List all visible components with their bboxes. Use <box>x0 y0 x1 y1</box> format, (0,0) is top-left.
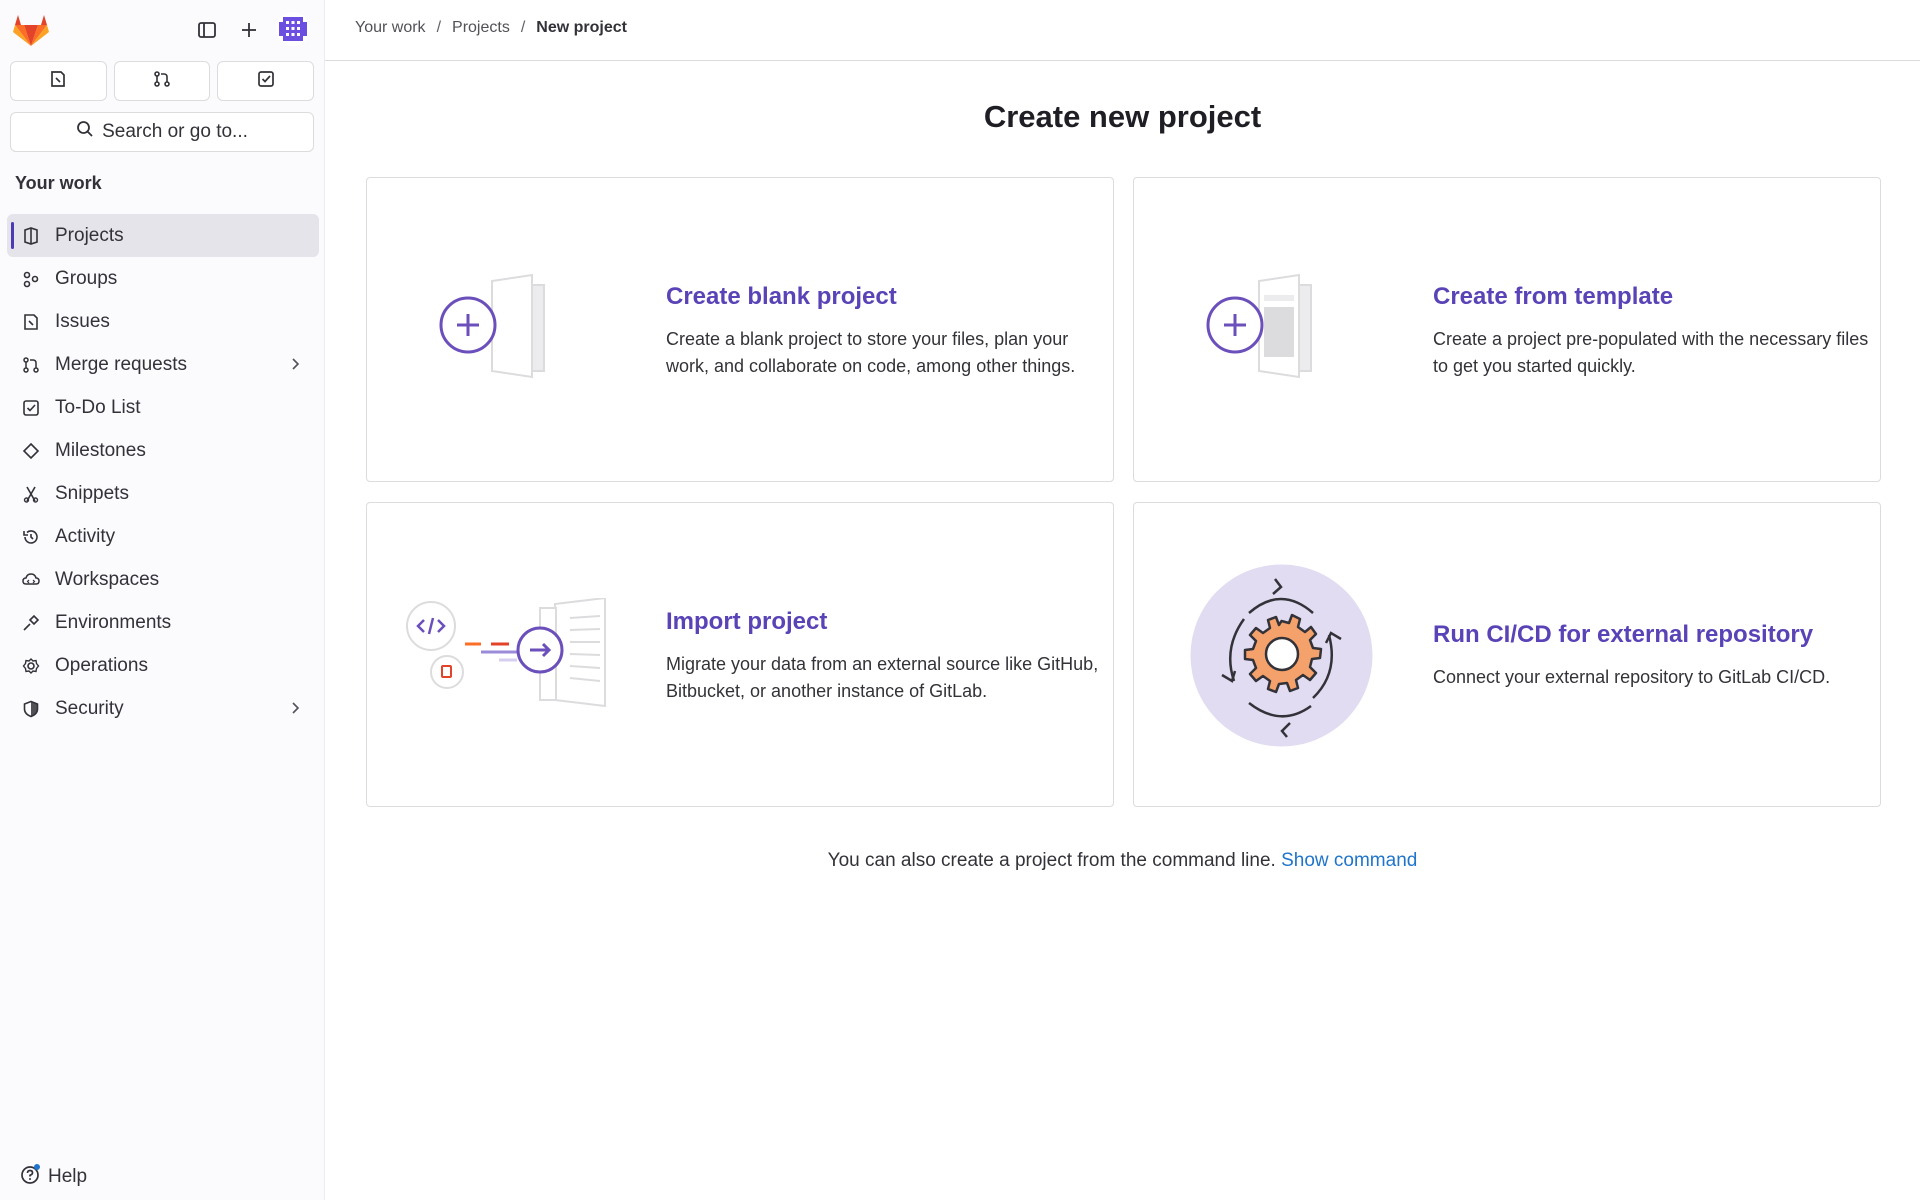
create-from-template-card[interactable]: Create from template Create a project pr… <box>1133 177 1881 482</box>
environment-icon <box>21 613 41 633</box>
import-project-card[interactable]: Import project Migrate your data from an… <box>366 502 1114 807</box>
todo-icon <box>257 70 275 93</box>
card-title: Create blank project <box>666 283 897 310</box>
template-project-illustration <box>1164 273 1384 383</box>
sidebar-header <box>0 0 324 60</box>
merge-request-icon <box>153 70 171 93</box>
page-title: Create new project <box>983 99 1262 134</box>
sidebar-item-activity[interactable]: Activity <box>7 515 319 558</box>
project-icon <box>21 226 41 246</box>
breadcrumb-your-work[interactable]: Your work <box>355 19 426 37</box>
sidebar-item-environments[interactable]: Environments <box>7 601 319 644</box>
card-title: Import project <box>666 608 828 635</box>
card-title: Create from template <box>1433 283 1674 310</box>
sidebar-item-label: Milestones <box>55 439 146 461</box>
history-icon <box>21 527 41 547</box>
chevron-right-icon <box>287 700 303 716</box>
merge-requests-shortcut-button[interactable] <box>113 61 211 101</box>
card-description: Connect your external repository to GitL… <box>1433 667 1831 687</box>
group-icon <box>21 269 41 289</box>
sidebar-item-label: Groups <box>55 267 118 289</box>
section-title: Your work <box>15 173 102 193</box>
breadcrumb-new-project[interactable]: New project <box>536 19 627 37</box>
issues-icon <box>21 312 41 332</box>
sidebar-item-label: Operations <box>55 654 148 676</box>
run-cicd-card[interactable]: Run CI/CD for external repository Connec… <box>1133 502 1881 807</box>
command-line-note: You can also create a project from the c… <box>325 850 1920 872</box>
search-icon <box>76 120 94 144</box>
breadcrumb-separator: / <box>520 19 526 36</box>
sidebar-item-security[interactable]: Security <box>7 687 319 730</box>
cicd-illustration <box>1189 563 1374 748</box>
sidebar-nav: Projects Groups Issues Merge requests To… <box>7 214 319 730</box>
workspace-icon <box>21 570 41 590</box>
sidebar-item-label: To-Do List <box>55 396 141 418</box>
sidebar-item-issues[interactable]: Issues <box>7 300 319 343</box>
sidebar-item-label: Projects <box>55 224 124 246</box>
issues-icon <box>49 70 67 93</box>
import-project-illustration <box>405 596 625 708</box>
operations-icon <box>21 656 41 676</box>
breadcrumb: Your work / Projects / New project <box>355 19 627 37</box>
help-label: Help <box>48 1166 88 1187</box>
search-label: Search or go to... <box>102 121 248 142</box>
sidebar-item-label: Security <box>55 697 124 719</box>
sidebar: Search or go to... Your work Projects Gr… <box>0 0 325 1200</box>
gitlab-logo[interactable] <box>12 12 50 48</box>
quick-actions <box>10 61 315 101</box>
sidebar-item-operations[interactable]: Operations <box>7 644 319 687</box>
avatar[interactable] <box>276 12 310 46</box>
card-description: Create a blank project to store your fil… <box>666 329 1076 376</box>
issues-shortcut-button[interactable] <box>10 61 107 101</box>
sidebar-item-snippets[interactable]: Snippets <box>7 472 319 515</box>
card-description: Create a project pre-populated with the … <box>1433 329 1869 376</box>
todos-shortcut-button[interactable] <box>217 61 315 101</box>
command-line-text: You can also create a project from the c… <box>827 850 1276 871</box>
top-bar: Your work / Projects / New project <box>325 0 1920 61</box>
sidebar-item-label: Issues <box>55 310 110 332</box>
help-icon <box>20 1163 42 1191</box>
sidebar-item-workspaces[interactable]: Workspaces <box>7 558 319 601</box>
sidebar-item-todo-list[interactable]: To-Do List <box>7 386 319 429</box>
create-blank-project-card[interactable]: Create blank project Create a blank proj… <box>366 177 1114 482</box>
todo-icon <box>21 398 41 418</box>
card-title: Run CI/CD for external repository <box>1433 621 1814 648</box>
shield-icon <box>21 699 41 719</box>
milestone-icon <box>21 441 41 461</box>
breadcrumb-separator: / <box>436 19 442 36</box>
sidebar-item-label: Merge requests <box>55 353 188 375</box>
sidebar-item-label: Environments <box>55 611 172 633</box>
sidebar-item-label: Activity <box>55 525 116 547</box>
merge-request-icon <box>21 355 41 375</box>
sidebar-item-merge-requests[interactable]: Merge requests <box>7 343 319 386</box>
snippet-icon <box>21 484 41 504</box>
card-description: Migrate your data from an external sourc… <box>666 654 1099 701</box>
help-button[interactable]: Help <box>20 1163 87 1191</box>
sidebar-item-label: Workspaces <box>55 568 160 590</box>
sidebar-item-label: Snippets <box>55 482 129 504</box>
search-button[interactable]: Search or go to... <box>10 112 314 152</box>
sidebar-item-milestones[interactable]: Milestones <box>7 429 319 472</box>
sidebar-item-projects[interactable]: Projects <box>7 214 319 257</box>
show-command-link[interactable]: Show command <box>1281 850 1417 871</box>
sidebar-item-groups[interactable]: Groups <box>7 257 319 300</box>
chevron-right-icon <box>287 356 303 372</box>
plus-icon[interactable] <box>233 14 265 46</box>
breadcrumb-projects[interactable]: Projects <box>452 19 510 37</box>
sidebar-toggle-icon[interactable] <box>191 14 223 46</box>
blank-project-illustration <box>397 273 617 383</box>
